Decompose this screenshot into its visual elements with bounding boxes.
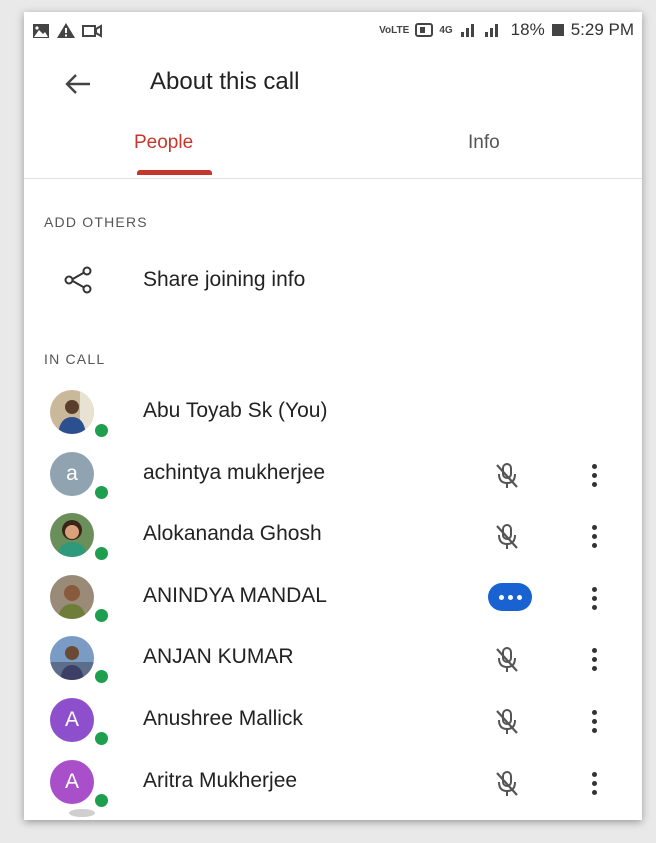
active-tab-indicator — [137, 170, 212, 175]
more-options-icon[interactable] — [582, 704, 606, 738]
more-options-icon[interactable] — [582, 519, 606, 553]
participant-row[interactable]: A Aritra Mukherjee — [24, 754, 642, 816]
participant-row[interactable]: Abu Toyab Sk (You) — [24, 384, 642, 446]
add-others-heading: ADD OTHERS — [44, 214, 148, 230]
more-options-icon[interactable] — [582, 581, 606, 615]
status-bar: VoLTE 4G 18% 5:29 PM — [24, 12, 642, 48]
participant-name: Aritra Mukherjee — [143, 768, 298, 792]
avatar — [50, 390, 94, 434]
battery-percent: 18% — [510, 20, 545, 39]
video-icon — [82, 23, 102, 38]
speaking-indicator-icon[interactable] — [488, 582, 532, 611]
share-joining-info-button[interactable]: Share joining info — [24, 252, 642, 308]
participant-row[interactable]: Alokananda Ghosh — [24, 507, 642, 569]
participant-row[interactable]: ANJAN KUMAR — [24, 630, 642, 692]
battery-icon — [551, 24, 564, 36]
warning-icon — [57, 23, 75, 38]
more-options-icon[interactable] — [582, 458, 606, 492]
sim-icon — [415, 23, 434, 37]
app-bar: About this call — [24, 60, 642, 110]
online-status-dot — [93, 422, 110, 439]
participant-name: Alokananda Ghosh — [143, 522, 322, 546]
share-icon — [64, 266, 92, 294]
call-details-screen: VoLTE 4G 18% 5:29 PM About this call Peo… — [24, 12, 642, 820]
participant-name: ANJAN KUMAR — [143, 645, 294, 669]
avatar: A — [50, 759, 94, 804]
participant-name: achintya mukherjee — [143, 460, 326, 484]
mic-off-icon[interactable] — [490, 704, 524, 738]
mic-off-icon[interactable] — [490, 519, 524, 553]
next-participant-avatar-partial — [69, 809, 95, 817]
mic-off-icon[interactable] — [490, 642, 524, 676]
more-options-icon[interactable] — [582, 642, 606, 676]
avatar: a — [50, 451, 94, 496]
participant-row[interactable]: A Anushree Mallick — [24, 692, 642, 754]
tab-people[interactable]: People — [134, 132, 193, 154]
more-options-icon[interactable] — [582, 766, 606, 800]
avatar: A — [50, 697, 94, 742]
avatar — [50, 574, 94, 619]
page-title: About this call — [150, 68, 300, 95]
tab-info[interactable]: Info — [468, 132, 500, 154]
signal-icon — [460, 24, 498, 37]
tab-bar: People Info — [24, 122, 642, 179]
mic-off-icon[interactable] — [490, 458, 524, 492]
online-status-dot — [93, 729, 110, 747]
back-arrow-icon[interactable] — [60, 66, 96, 102]
avatar — [50, 636, 94, 681]
participant-row[interactable]: a achintya mukherjee — [24, 446, 642, 508]
in-call-heading: IN CALL — [44, 351, 106, 367]
online-status-dot — [93, 606, 110, 624]
gallery-icon — [33, 23, 49, 38]
network-type: 4G — [439, 24, 453, 36]
participant-list: Abu Toyab Sk (You) a achintya mukherjee — [24, 384, 642, 815]
participant-name: Anushree Mallick — [143, 706, 303, 730]
participant-name: ANINDYA MANDAL — [143, 583, 327, 607]
online-status-dot — [93, 668, 110, 686]
clock: 5:29 PM — [570, 20, 634, 39]
participant-name: Abu Toyab Sk (You) — [143, 399, 328, 422]
volte-indicator: VoLTE — [379, 24, 410, 36]
online-status-dot — [93, 791, 110, 809]
participant-row[interactable]: ANINDYA MANDAL — [24, 569, 642, 631]
online-status-dot — [93, 545, 110, 563]
online-status-dot — [93, 483, 110, 501]
avatar — [50, 513, 94, 558]
share-joining-info-label: Share joining info — [143, 268, 306, 291]
mic-off-icon[interactable] — [490, 766, 524, 800]
